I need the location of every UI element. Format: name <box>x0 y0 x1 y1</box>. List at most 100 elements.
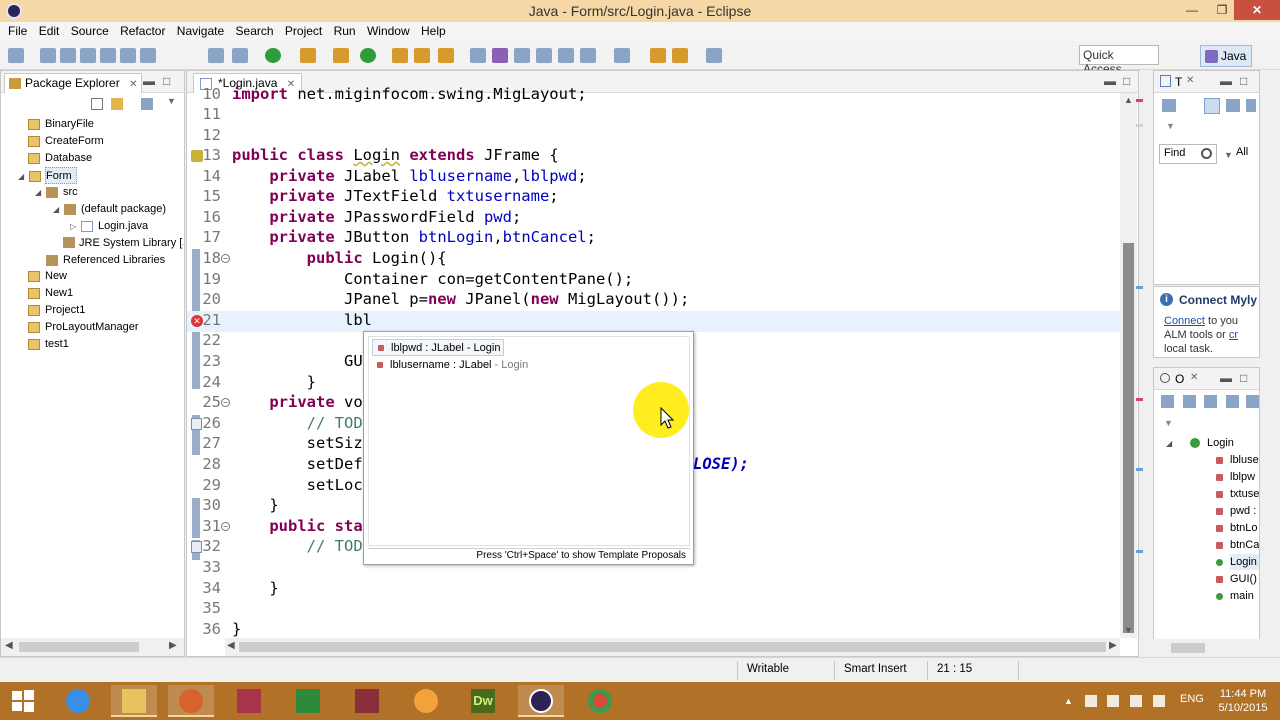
new-task-icon[interactable] <box>1162 99 1176 112</box>
status-insert-mode[interactable]: Smart Insert <box>844 663 907 675</box>
outline-member[interactable]: txtuse <box>1216 486 1259 502</box>
terminal-icon[interactable] <box>140 48 156 63</box>
taskbar-store[interactable] <box>285 685 331 717</box>
task-list-tab[interactable]: T <box>1175 75 1182 89</box>
new-java-project-icon[interactable] <box>333 48 349 63</box>
collapse-all-icon[interactable] <box>91 98 103 110</box>
chevron-down-icon[interactable]: ▼ <box>1166 121 1175 131</box>
project-project1[interactable]: Project1 <box>28 302 85 319</box>
outline-member[interactable]: main <box>1216 588 1254 604</box>
package-explorer-tab[interactable]: Package Explorer ✕ <box>4 73 143 93</box>
task-find-input[interactable]: Find <box>1159 144 1217 164</box>
skip-breakpoints-icon[interactable] <box>208 48 224 63</box>
save-icon[interactable] <box>40 48 56 63</box>
minimize-button[interactable]: — <box>1177 0 1207 20</box>
outline-member[interactable]: lbluse <box>1216 452 1259 468</box>
overview-mark[interactable] <box>1136 286 1143 289</box>
toggle-icon[interactable] <box>120 48 136 63</box>
scrollbar-thumb[interactable] <box>1171 643 1205 653</box>
chevron-down-icon[interactable]: ▼ <box>1224 150 1233 160</box>
package-explorer-hscrollbar[interactable]: ◀ ▶ <box>1 638 184 656</box>
expanded-arrow-icon[interactable]: ◢ <box>35 184 41 201</box>
external-tools-icon[interactable] <box>300 48 316 63</box>
prev-annotation-icon[interactable] <box>580 48 596 63</box>
jre-system-library[interactable]: JRE System Library [Java <box>63 235 183 252</box>
taskbar-firefox[interactable] <box>168 685 214 717</box>
connect-link[interactable]: Connect <box>1164 315 1205 327</box>
hide-nonpublic-icon[interactable] <box>1246 395 1259 408</box>
menu-window[interactable]: Window <box>359 22 410 41</box>
expanded-arrow-icon[interactable]: ◢ <box>1166 439 1172 448</box>
open-perspective-icon[interactable] <box>1173 46 1193 64</box>
project-form[interactable]: ◢ Form <box>18 167 77 184</box>
menu-help[interactable]: Help <box>413 22 446 41</box>
menu-refactor[interactable]: Refactor <box>112 22 165 41</box>
project-test1[interactable]: test1 <box>28 336 69 353</box>
network-icon[interactable] <box>1107 695 1119 707</box>
block-selection-icon[interactable] <box>492 48 508 63</box>
menu-search[interactable]: Search <box>228 22 274 41</box>
flag-icon[interactable] <box>1085 695 1097 707</box>
taskbar-chrome[interactable] <box>577 685 623 717</box>
chevron-down-icon[interactable]: ▼ <box>1164 418 1173 428</box>
run-icon[interactable] <box>265 48 281 63</box>
project-prolayoutmanager[interactable]: ProLayoutManager <box>28 319 139 336</box>
taskbar-eclipse[interactable] <box>518 685 564 717</box>
menu-navigate[interactable]: Navigate <box>169 22 224 41</box>
referenced-libraries[interactable]: Referenced Libraries <box>46 252 165 269</box>
scrollbar-thumb[interactable] <box>19 642 139 652</box>
outline-member[interactable]: lblpw <box>1216 469 1255 485</box>
hide-fields-icon[interactable] <box>1204 395 1217 408</box>
open-task-icon[interactable] <box>414 48 430 63</box>
paragraph-icon[interactable] <box>536 48 552 63</box>
chevron-down-icon[interactable]: ▼ <box>167 96 176 106</box>
overview-mark[interactable] <box>1136 124 1143 127</box>
outline-member[interactable]: GUI() <box>1216 571 1257 587</box>
close-window-button[interactable]: ✕ <box>1234 0 1280 20</box>
view-menu-icon[interactable] <box>141 98 153 110</box>
categorized-icon[interactable] <box>1204 98 1220 114</box>
debug-icon[interactable] <box>232 48 248 63</box>
menu-file[interactable]: File <box>0 22 27 41</box>
search-icon[interactable] <box>438 48 454 63</box>
scrollbar-thumb[interactable] <box>239 642 1106 652</box>
outline-member[interactable]: btnLo <box>1216 520 1258 536</box>
menu-edit[interactable]: Edit <box>31 22 60 41</box>
link-editor-icon[interactable] <box>111 98 123 110</box>
next-annotation-icon[interactable] <box>558 48 574 63</box>
hide-static-icon[interactable] <box>1226 395 1239 408</box>
taskbar-access[interactable] <box>226 685 272 717</box>
mark-occurrences-icon[interactable] <box>470 48 486 63</box>
minimize-icon[interactable]: ▬ <box>1220 74 1232 88</box>
file-login-java[interactable]: ▷ Login.java <box>70 218 148 235</box>
default-package[interactable]: ◢ (default package) <box>53 201 166 218</box>
back-icon[interactable] <box>650 48 666 63</box>
outline-member-constructor[interactable]: Login <box>1216 554 1259 570</box>
outline-hscrollbar[interactable] <box>1153 639 1260 657</box>
maximize-icon[interactable]: □ <box>1123 74 1130 88</box>
expanded-arrow-icon[interactable]: ◢ <box>53 201 59 218</box>
outline-member[interactable]: pwd : <box>1216 503 1256 519</box>
overview-mark[interactable] <box>1136 398 1143 401</box>
tray-expand-icon[interactable]: ▲ <box>1064 696 1073 706</box>
project-createform[interactable]: CreateForm <box>28 133 104 150</box>
scroll-down-icon[interactable]: ▼ <box>1124 625 1133 635</box>
scrollbar-thumb[interactable] <box>1123 243 1134 633</box>
expanded-arrow-icon[interactable]: ◢ <box>18 168 24 185</box>
close-tab-icon[interactable]: ✕ <box>129 79 137 90</box>
quick-access-field[interactable]: Quick Access <box>1079 45 1159 76</box>
input-language[interactable]: ENG <box>1180 693 1204 705</box>
close-tab-icon[interactable]: ✕ <box>1190 372 1198 383</box>
outline-class-login[interactable]: Login <box>1190 435 1234 451</box>
scroll-right-icon[interactable]: ▶ <box>1109 640 1117 651</box>
scroll-left-icon[interactable]: ◀ <box>227 640 235 651</box>
collapse-fold-icon[interactable]: − <box>221 398 230 407</box>
create-link[interactable]: cr <box>1229 329 1238 341</box>
error-overview-mark[interactable] <box>1136 99 1143 102</box>
print-icon[interactable] <box>80 48 96 63</box>
minimize-icon[interactable]: ▬ <box>1220 371 1232 385</box>
collapsed-arrow-icon[interactable]: ▷ <box>70 218 76 235</box>
maximize-icon[interactable]: □ <box>163 74 170 88</box>
project-binaryfile[interactable]: BinaryFile <box>28 116 94 133</box>
right-pane-vscrollbar[interactable] <box>1262 70 1280 657</box>
